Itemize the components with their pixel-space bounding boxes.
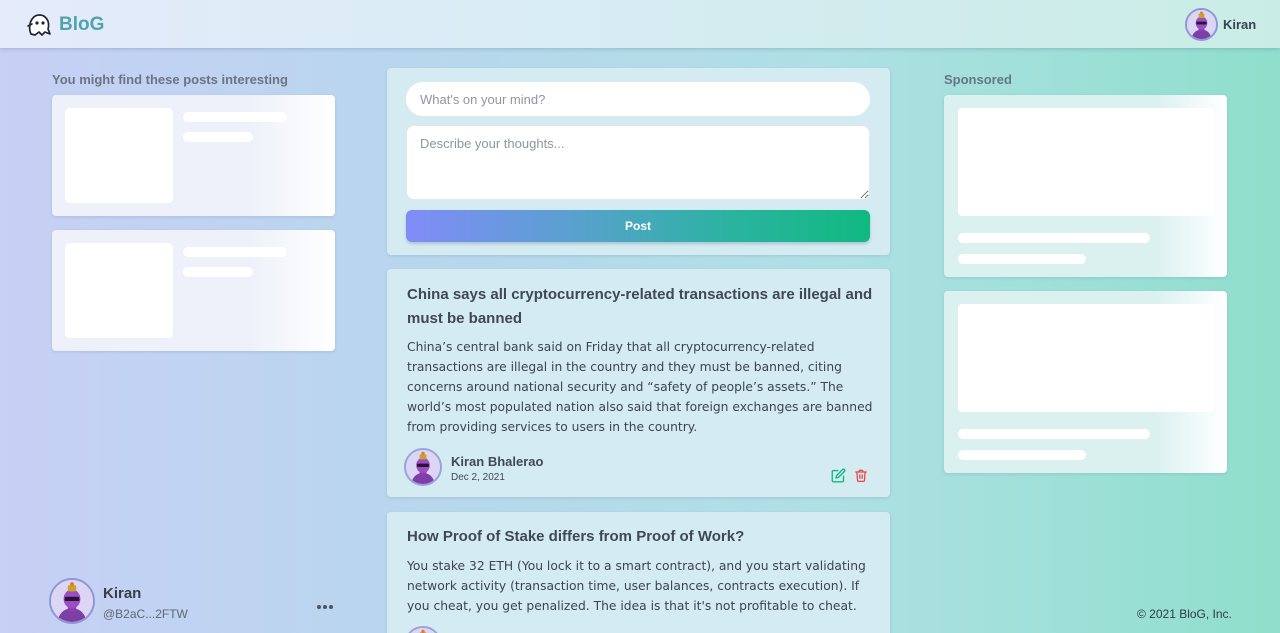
more-options-icon[interactable] bbox=[315, 602, 335, 612]
post-button[interactable]: Post bbox=[406, 210, 870, 242]
skeleton-line bbox=[958, 429, 1150, 439]
profile-name: Kiran bbox=[1223, 17, 1257, 32]
post-title: How Proof of Stake differs from Proof of… bbox=[407, 528, 745, 545]
avatar bbox=[1185, 8, 1218, 41]
ghost-logo-icon[interactable] bbox=[26, 12, 52, 38]
profile-menu-button[interactable]: Kiran bbox=[1185, 8, 1256, 41]
sponsored-title: Sponsored bbox=[944, 72, 1012, 87]
brand-name[interactable]: BloG bbox=[59, 14, 104, 36]
footer-copyright: © 2021 BloG, Inc. bbox=[1137, 607, 1232, 621]
avatar-image-icon bbox=[406, 628, 440, 633]
skeleton-thumbnail bbox=[65, 108, 173, 203]
avatar[interactable] bbox=[404, 448, 442, 486]
sponsored-card[interactable] bbox=[944, 291, 1227, 473]
edit-icon[interactable] bbox=[831, 468, 846, 483]
user-wallet-handle: @B2aC...2FTW bbox=[103, 607, 188, 621]
current-user-card: Kiran @B2aC...2FTW bbox=[49, 578, 339, 628]
post-title: China says all cryptocurrency-related tr… bbox=[407, 286, 873, 327]
post-author-name[interactable]: Kiran Bhalerao bbox=[451, 454, 543, 469]
skeleton-line bbox=[958, 233, 1150, 243]
avatar-image-icon bbox=[51, 580, 93, 622]
sponsored-card[interactable] bbox=[944, 95, 1227, 277]
avatar[interactable] bbox=[404, 626, 442, 633]
post-date: Dec 2, 2021 bbox=[451, 472, 505, 483]
trash-icon[interactable] bbox=[854, 468, 868, 483]
suggested-post-card[interactable] bbox=[52, 95, 335, 216]
top-navbar: BloG Kiran bbox=[0, 0, 1280, 48]
avatar[interactable] bbox=[49, 578, 95, 624]
skeleton-line bbox=[958, 450, 1086, 460]
post-card: How Proof of Stake differs from Proof of… bbox=[387, 512, 890, 633]
skeleton-line bbox=[183, 247, 287, 257]
post-body: You stake 32 ETH (You lock it to a smart… bbox=[407, 559, 866, 613]
skeleton-line bbox=[183, 132, 253, 142]
skeleton-thumbnail bbox=[65, 243, 173, 338]
skeleton-line bbox=[958, 254, 1086, 264]
skeleton-image bbox=[958, 304, 1214, 412]
post-body-textarea[interactable] bbox=[406, 125, 870, 200]
suggested-post-card[interactable] bbox=[52, 230, 335, 351]
post-composer: Post bbox=[387, 68, 890, 255]
post-title-input[interactable] bbox=[406, 82, 870, 116]
avatar-image-icon bbox=[1187, 10, 1216, 39]
skeleton-line bbox=[183, 267, 253, 277]
skeleton-image bbox=[958, 108, 1214, 216]
post-body: China’s central bank said on Friday that… bbox=[407, 340, 873, 434]
user-name: Kiran bbox=[103, 585, 142, 602]
skeleton-line bbox=[183, 112, 287, 122]
post-card: China says all cryptocurrency-related tr… bbox=[387, 269, 890, 497]
avatar-image-icon bbox=[406, 450, 440, 484]
suggested-posts-title: You might find these posts interesting bbox=[52, 72, 288, 87]
